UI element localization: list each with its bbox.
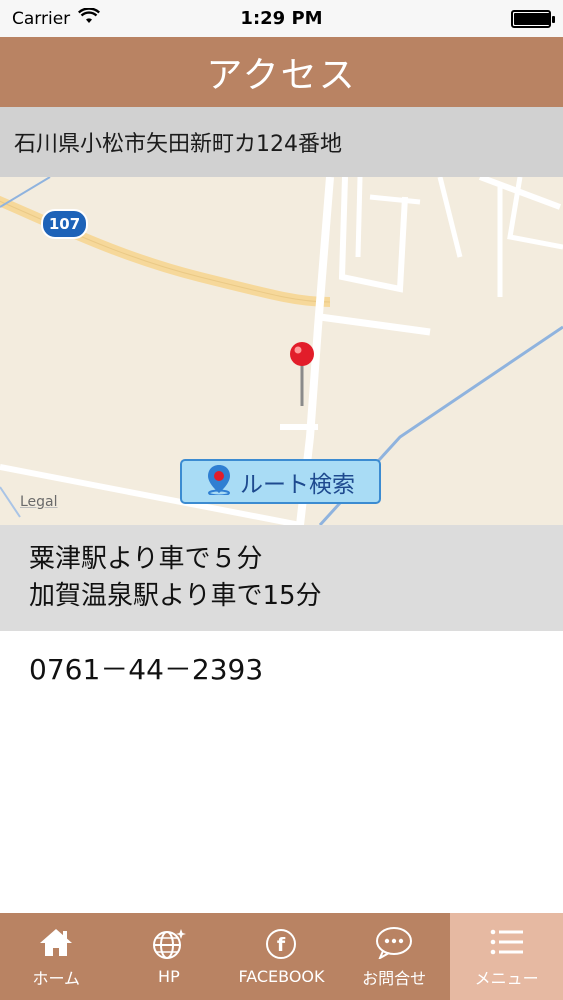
tab-menu[interactable]: メニュー — [450, 913, 563, 1000]
tab-label: メニュー — [474, 968, 539, 988]
chat-icon — [374, 925, 414, 965]
tab-bar: ホーム HP f FACEBOOK お問合せ メニュー — [0, 913, 563, 1000]
battery-icon — [511, 9, 555, 28]
page-title: アクセス — [206, 55, 357, 96]
tab-label: ホーム — [32, 968, 81, 988]
route-search-button[interactable]: ルート検索 — [180, 459, 381, 504]
location-pin-icon — [206, 463, 232, 501]
tab-label: FACEBOOK — [238, 967, 325, 986]
tab-home[interactable]: ホーム — [0, 913, 113, 1000]
tab-hp[interactable]: HP — [113, 913, 226, 1000]
home-icon — [37, 925, 75, 965]
tab-contact[interactable]: お問合せ — [338, 913, 451, 1000]
direction-line-2: 加賀温泉駅より車で15分 — [29, 581, 322, 611]
globe-icon — [150, 927, 188, 967]
direction-line-1: 粟津駅より車で５分 — [29, 544, 263, 574]
route-search-label: ルート検索 — [240, 471, 355, 498]
facebook-icon: f — [262, 927, 300, 967]
nav-bar: アクセス — [0, 37, 563, 107]
menu-icon — [487, 925, 527, 965]
map-legal-link[interactable]: Legal — [20, 494, 58, 510]
tab-label: お問合せ — [362, 968, 427, 988]
svg-text:f: f — [277, 934, 286, 956]
address-bar: 石川県小松市矢田新町カ124番地 — [0, 107, 563, 177]
status-bar: Carrier 1:29 PM — [0, 0, 563, 37]
tab-facebook[interactable]: f FACEBOOK — [225, 913, 338, 1000]
road-number-badge: 107 — [41, 209, 88, 239]
directions-box: 粟津駅より車で５分 加賀温泉駅より車で15分 — [0, 525, 563, 631]
phone-number[interactable]: 0761－44－2393 — [29, 648, 263, 688]
tab-label: HP — [158, 967, 180, 986]
status-time: 1:29 PM — [240, 8, 323, 29]
map-pin-icon[interactable] — [282, 340, 322, 420]
